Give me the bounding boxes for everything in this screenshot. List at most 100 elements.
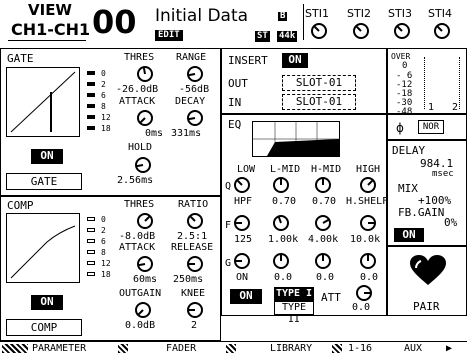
comp-meter-2: 2: [101, 226, 106, 235]
comp-release-label: RELEASE: [171, 242, 214, 253]
gate-attack-knob[interactable]: [137, 110, 153, 126]
eq-band-high: HIGH: [356, 164, 381, 175]
pair-heart-icon[interactable]: [410, 255, 446, 287]
gate-hold-knob[interactable]: [135, 157, 151, 173]
insert-on-button[interactable]: ON: [282, 53, 308, 68]
gate-thres-knob[interactable]: [137, 66, 153, 82]
phase-panel: ϕ NOR: [387, 114, 467, 140]
eq-hmid-g-knob[interactable]: [315, 253, 331, 269]
delay-panel: DELAY 984.1 msec MIX +100% FB.GAIN 0% ON: [387, 140, 467, 246]
comp-release-knob[interactable]: [187, 256, 203, 272]
eq-high-q-knob[interactable]: [360, 177, 376, 193]
gate-meter-0: 0: [101, 69, 106, 78]
comp-release-value: 250ms: [173, 274, 204, 285]
eq-type1-button[interactable]: TYPE I: [274, 287, 314, 302]
tab-1-16-marker: [332, 344, 342, 353]
gate-on-button[interactable]: ON: [31, 149, 63, 164]
meter-over-label: OVER: [391, 52, 411, 61]
delay-mix-label: MIX: [398, 182, 418, 195]
eq-hmid-q-knob[interactable]: [315, 177, 331, 193]
eq-high-g-knob[interactable]: [360, 253, 376, 269]
gate-title: GATE: [7, 52, 34, 65]
gate-attack-value: 0ms: [145, 128, 164, 139]
st-input-4-label: STI4: [428, 7, 452, 20]
delay-mix-value: +100%: [418, 194, 452, 207]
comp-ratio-knob[interactable]: [187, 213, 203, 229]
st-input-1-knob[interactable]: [311, 23, 327, 39]
eq-g-label: G: [225, 258, 232, 269]
eq-hmid-f-knob[interactable]: [315, 215, 331, 231]
header-bar: VIEW CH1-CH1 00 Initial Data EDIT ST 44k…: [0, 0, 467, 48]
eq-band-lmid: L-MID: [270, 164, 301, 175]
gate-decay-label: DECAY: [175, 96, 206, 107]
gate-thres-value: -26.0dB: [116, 84, 159, 95]
gate-meter-12: 12: [101, 113, 111, 122]
eq-hmid-q-value: 0.70: [312, 196, 337, 207]
meter-scale-0: 0: [402, 61, 408, 71]
output-meter-panel: OVER 0 - 6 -12 -18 -30 -48 1 2: [387, 48, 467, 117]
b-badge: B: [278, 11, 288, 21]
delay-label: DELAY: [392, 144, 426, 157]
st-input-3-knob[interactable]: [394, 23, 410, 39]
eq-on-button[interactable]: ON: [230, 289, 262, 304]
eq-lmid-q-value: 0.70: [272, 196, 297, 207]
comp-knee-knob[interactable]: [187, 302, 203, 318]
delay-on-button[interactable]: ON: [394, 228, 424, 242]
st-input-4-knob[interactable]: [434, 23, 450, 39]
insert-out-slot[interactable]: SLOT-01: [282, 75, 356, 91]
eq-high-f-value: 10.0k: [350, 234, 381, 245]
delay-time-unit: msec: [432, 169, 454, 179]
comp-type-button[interactable]: COMP: [6, 319, 82, 336]
comp-meter: [87, 217, 99, 283]
st-input-2-label: STI2: [347, 7, 371, 20]
comp-title: COMP: [7, 199, 34, 212]
eq-band-hmid: H-MID: [311, 164, 342, 175]
comp-outgain-knob[interactable]: [135, 302, 151, 318]
insert-out-label: OUT: [228, 77, 248, 90]
comp-on-button[interactable]: ON: [31, 295, 63, 310]
eq-low-q-knob[interactable]: [234, 177, 250, 193]
comp-thres-knob[interactable]: [137, 213, 153, 229]
gate-type-button[interactable]: GATE: [6, 173, 82, 190]
eq-curve-graph: [252, 121, 340, 157]
comp-attack-label: ATTACK: [119, 242, 156, 253]
eq-lmid-g-knob[interactable]: [273, 253, 289, 269]
comp-knee-value: 2: [191, 320, 198, 331]
comp-ratio-value: 2.5:1: [177, 231, 208, 242]
gate-range-value: -56dB: [179, 84, 210, 95]
eq-high-g-value: 0.0: [360, 272, 379, 283]
comp-meter-6: 6: [101, 237, 106, 246]
eq-hmid-f-value: 4.00k: [308, 234, 339, 245]
eq-high-f-knob[interactable]: [360, 215, 376, 231]
comp-attack-knob[interactable]: [137, 256, 153, 272]
delay-fbgain-label: FB.GAIN: [398, 206, 445, 219]
eq-low-f-knob[interactable]: [234, 215, 250, 231]
eq-att-value: 0.0: [352, 302, 371, 313]
st-input-2-knob[interactable]: [353, 23, 369, 39]
eq-lmid-q-knob[interactable]: [273, 177, 289, 193]
rate-badge: 44k: [277, 31, 298, 42]
meter-channel-1: 1: [428, 102, 435, 113]
comp-attack-value: 60ms: [133, 274, 158, 285]
comp-meter-8: 8: [101, 248, 106, 257]
insert-in-label: IN: [228, 96, 242, 109]
gate-range-knob[interactable]: [187, 66, 203, 82]
scene-title: Initial Data: [155, 6, 249, 26]
insert-panel: INSERT ON OUT SLOT-01 IN SLOT-01: [221, 48, 387, 114]
eq-low-f-value: 125: [234, 234, 253, 245]
eq-att-knob[interactable]: [356, 285, 372, 301]
channel-label: CH1-CH1: [11, 20, 91, 39]
pair-panel: PAIR: [387, 246, 467, 316]
gate-attack-label: ATTACK: [119, 96, 156, 107]
channel-underline: [8, 40, 86, 41]
insert-in-slot[interactable]: SLOT-01: [282, 94, 356, 110]
phase-button[interactable]: NOR: [418, 120, 444, 134]
eq-panel: EQ LOW L-MID H-MID HIGH Q HPF 0.70 0.70 …: [221, 114, 388, 325]
gate-decay-knob[interactable]: [187, 110, 203, 126]
eq-low-g-knob[interactable]: [234, 253, 250, 269]
eq-type2-button[interactable]: TYPE II: [274, 301, 314, 325]
eq-lmid-f-knob[interactable]: [273, 215, 289, 231]
tab-bar: PARAMETER FADER LIBRARY 1-16 AUX ▶: [0, 341, 467, 354]
comp-meter-18: 18: [101, 270, 111, 279]
comp-ratio-label: RATIO: [178, 199, 209, 210]
